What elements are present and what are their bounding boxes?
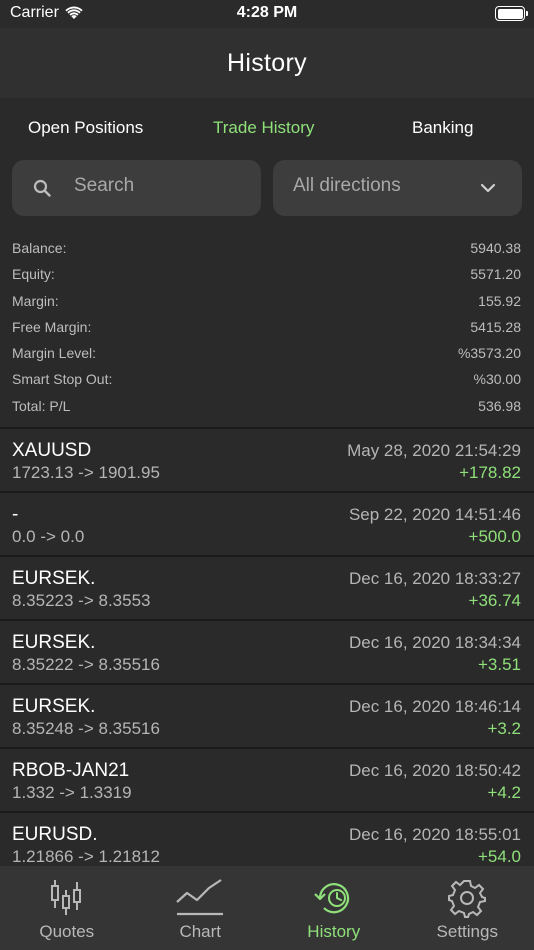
trade-symbol: RBOB-JAN21 bbox=[12, 760, 130, 781]
trade-profit: +54.0 bbox=[477, 847, 521, 866]
trade-prices: 8.35248 -> 8.35516 bbox=[12, 719, 160, 738]
tab-bar-label: Chart bbox=[179, 922, 222, 941]
summary-row-balance: Balance: 5940.38 bbox=[0, 236, 534, 262]
battery-icon bbox=[495, 6, 528, 21]
trade-profit: +4.2 bbox=[487, 783, 521, 802]
summary-row-equity: Equity: 5571.20 bbox=[0, 262, 534, 288]
trade-date: May 28, 2020 21:54:29 bbox=[347, 441, 521, 460]
trade-symbol: EURSEK. bbox=[12, 696, 96, 717]
tab-bar-label: History bbox=[307, 922, 361, 941]
trade-prices: 8.35223 -> 8.3553 bbox=[12, 591, 151, 610]
trade-symbol: XAUUSD bbox=[12, 440, 92, 461]
trade-date: Dec 16, 2020 18:33:27 bbox=[348, 569, 521, 588]
summary-value: 536.98 bbox=[478, 397, 521, 414]
tab-bar-quotes[interactable]: Quotes bbox=[0, 866, 134, 950]
bottom-tab-bar: Quotes Chart History Settings bbox=[0, 866, 534, 950]
tab-bar-history[interactable]: History bbox=[267, 866, 401, 950]
summary-label: Equity: bbox=[12, 266, 55, 283]
summary-value: 155.92 bbox=[478, 292, 521, 309]
history-content: Open Positions Trade History Banking Sea… bbox=[0, 98, 534, 866]
page-title: History bbox=[227, 48, 307, 77]
tab-trade-history[interactable]: Trade History bbox=[213, 118, 314, 138]
trade-profit: +36.74 bbox=[468, 591, 521, 610]
summary-value: %30.00 bbox=[473, 371, 521, 388]
search-placeholder: Search bbox=[74, 175, 135, 196]
line-chart-icon bbox=[176, 879, 224, 916]
summary-row-margin: Margin: 155.92 bbox=[0, 289, 534, 315]
trade-symbol: - bbox=[12, 504, 19, 525]
trade-symbol: EURSEK. bbox=[12, 632, 96, 653]
trade-date: Dec 16, 2020 18:50:42 bbox=[348, 761, 521, 780]
account-summary: Balance: 5940.38 Equity: 5571.20 Margin:… bbox=[0, 236, 534, 420]
trade-row[interactable]: RBOB-JAN21 1.332 -> 1.3319 Dec 16, 2020 … bbox=[0, 747, 534, 811]
trade-date: Sep 22, 2020 14:51:46 bbox=[348, 505, 521, 524]
trade-profit: +3.51 bbox=[477, 655, 521, 674]
trade-row[interactable]: - 0.0 -> 0.0 Sep 22, 2020 14:51:46 +500.… bbox=[0, 491, 534, 555]
tab-open-positions[interactable]: Open Positions bbox=[28, 118, 143, 138]
trade-row[interactable]: EURUSD. 1.21866 -> 1.21812 Dec 16, 2020 … bbox=[0, 811, 534, 866]
trade-profit: +178.82 bbox=[459, 463, 521, 482]
chevron-down-icon bbox=[480, 183, 496, 193]
summary-label: Balance: bbox=[12, 240, 67, 256]
summary-label: Margin: bbox=[12, 292, 59, 309]
summary-value: 5940.38 bbox=[470, 240, 521, 256]
direction-selected-value: All directions bbox=[293, 175, 401, 196]
trade-row[interactable]: EURSEK. 8.35223 -> 8.3553 Dec 16, 2020 1… bbox=[0, 555, 534, 619]
gear-icon bbox=[448, 880, 487, 918]
trade-row[interactable]: XAUUSD 1723.13 -> 1901.95 May 28, 2020 2… bbox=[0, 427, 534, 491]
segment-tabs: Open Positions Trade History Banking bbox=[0, 98, 534, 158]
summary-row-margin-level: Margin Level: %3573.20 bbox=[0, 341, 534, 367]
direction-dropdown[interactable]: All directions bbox=[273, 160, 522, 216]
summary-row-smart-stop-out: Smart Stop Out: %30.00 bbox=[0, 367, 534, 393]
summary-row-total-pl: Total: P/L 536.98 bbox=[0, 394, 534, 420]
status-time: 4:28 PM bbox=[236, 4, 298, 21]
trade-date: Dec 16, 2020 18:34:34 bbox=[348, 633, 521, 652]
trade-prices: 8.35222 -> 8.35516 bbox=[12, 655, 160, 674]
trade-prices: 0.0 -> 0.0 bbox=[12, 527, 85, 546]
tab-bar-label: Settings bbox=[436, 922, 498, 941]
status-bar: Carrier 4:28 PM bbox=[0, 0, 534, 28]
summary-label: Margin Level: bbox=[12, 345, 97, 362]
summary-label: Free Margin: bbox=[12, 318, 92, 335]
summary-row-free-margin: Free Margin: 5415.28 bbox=[0, 315, 534, 341]
trade-row[interactable]: EURSEK. 8.35248 -> 8.35516 Dec 16, 2020 … bbox=[0, 683, 534, 747]
summary-label: Total: P/L bbox=[12, 397, 71, 414]
trade-prices: 1.21866 -> 1.21812 bbox=[12, 847, 160, 866]
summary-value: %3573.20 bbox=[457, 345, 521, 362]
tab-bar-label: Quotes bbox=[39, 922, 95, 941]
trade-date: Dec 16, 2020 18:46:14 bbox=[348, 697, 521, 716]
trade-prices: 1723.13 -> 1901.95 bbox=[12, 463, 160, 482]
tab-banking[interactable]: Banking bbox=[412, 118, 473, 138]
trade-profit: +3.2 bbox=[487, 719, 521, 738]
tab-bar-settings[interactable]: Settings bbox=[401, 866, 534, 950]
trade-symbol: EURUSD. bbox=[12, 824, 98, 845]
trade-row[interactable]: EURSEK. 8.35222 -> 8.35516 Dec 16, 2020 … bbox=[0, 619, 534, 683]
trade-history-list: XAUUSD 1723.13 -> 1901.95 May 28, 2020 2… bbox=[0, 427, 534, 866]
search-input[interactable]: Search bbox=[12, 160, 261, 216]
trade-date: Dec 16, 2020 18:55:01 bbox=[348, 825, 521, 844]
candlestick-icon bbox=[50, 880, 81, 915]
navigation-bar: History bbox=[0, 28, 534, 98]
trade-profit: +500.0 bbox=[468, 527, 521, 546]
trade-prices: 1.332 -> 1.3319 bbox=[12, 783, 132, 802]
history-clock-icon bbox=[313, 883, 349, 914]
summary-value: 5571.20 bbox=[470, 266, 521, 283]
search-icon bbox=[33, 179, 51, 197]
summary-label: Smart Stop Out: bbox=[12, 371, 113, 388]
tab-bar-chart[interactable]: Chart bbox=[134, 866, 268, 950]
summary-value: 5415.28 bbox=[470, 318, 521, 335]
trade-symbol: EURSEK. bbox=[12, 568, 96, 589]
